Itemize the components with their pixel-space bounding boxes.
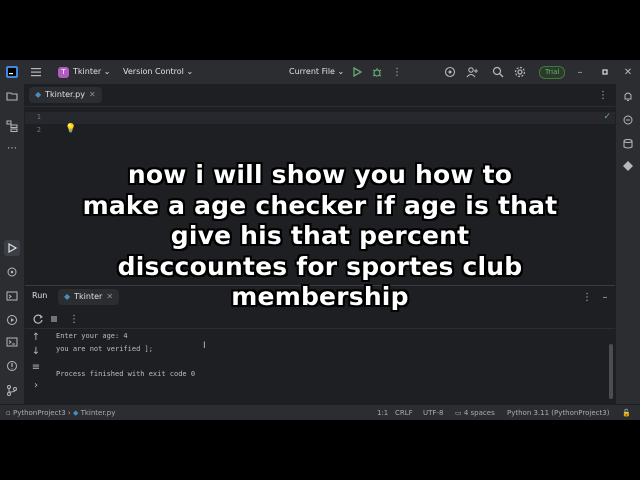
indent-icon: ▭ [455,409,462,417]
close-icon[interactable]: ✕ [620,64,636,80]
app-logo-icon[interactable] [4,64,20,80]
minimize-icon[interactable]: – [572,64,588,80]
ai-assistant-icon[interactable] [442,64,458,80]
version-control-label: Version Control [123,67,184,76]
breadcrumb[interactable]: ▫ PythonProject3 › ◆ Tkinter.py [6,405,115,420]
console-line: you are not verified ]; [56,344,153,353]
caption-overlay: now i will show you how to make a age ch… [0,160,640,313]
caption-line: disccountes for sportes club [117,251,523,281]
line-ending[interactable]: CRLF [395,405,413,420]
soft-wrap-icon[interactable]: ≡ [28,359,44,375]
lock-icon[interactable]: 🔓 [622,405,631,420]
indent-setting[interactable]: ▭ 4 spaces [455,405,495,420]
console-output[interactable]: Enter your age: 4 you are not verified ];… [56,330,195,380]
current-line-highlight [25,112,615,124]
debug-icon[interactable] [369,64,385,80]
caption-line: membership [231,282,409,311]
run-side-tools: ↑ ↓ ≡ › [25,329,47,404]
rerun-icon[interactable] [30,311,46,327]
run-config-selector[interactable]: Current File ⌄ [289,60,344,84]
notifications-icon[interactable] [620,88,636,104]
add-user-icon[interactable] [464,64,480,80]
line-number: 1 [36,113,41,121]
more-tabs-icon[interactable]: ⋮ [595,87,611,103]
console-scrollbar[interactable] [609,344,613,399]
file-encoding[interactable]: UTF-8 [423,405,443,420]
run-toolbar: ⋮ [25,310,615,329]
caption-line: now i will show you how to [127,160,513,189]
check-icon[interactable]: ✓ [603,112,611,122]
chevron-right-icon: › [67,409,71,417]
terminal-icon[interactable] [4,334,20,350]
tab-label: Tkinter.py [45,90,85,99]
folder-icon[interactable] [4,88,20,104]
database-icon[interactable] [620,136,636,152]
chevron-down-icon: ⌄ [186,67,194,76]
problems-icon[interactable] [4,358,20,374]
editor-tab-bar: ◆ Tkinter.py ✕ ⋮ [25,84,615,107]
project-name: Tkinter [73,67,102,76]
project-badge: T [58,67,69,78]
structure-icon[interactable] [4,118,20,134]
run-icon[interactable] [349,64,365,80]
console-line: Enter your age: 4 [56,332,128,340]
chevron-down-icon: ⌄ [337,67,345,76]
more-options-icon[interactable]: ⋮ [389,64,405,80]
folder-icon: ▫ [6,409,11,417]
indent-label: 4 spaces [463,409,495,417]
lightbulb-icon[interactable]: 💡 [65,124,76,134]
chevron-right-icon[interactable]: › [28,377,44,393]
more-tools-icon[interactable]: ⋯ [4,140,20,156]
version-control-menu[interactable]: Version Control ⌄ [123,60,193,84]
line-number: 2 [36,126,41,134]
stop-icon[interactable] [46,311,62,327]
title-bar: T Tkinter ⌄ Version Control ⌄ Current Fil… [0,60,640,85]
ai-chat-icon[interactable] [620,112,636,128]
python-interpreter[interactable]: Python 3.11 (PythonProject3) [507,405,609,420]
tab-tkinter-py[interactable]: ◆ Tkinter.py ✕ [29,87,102,103]
close-tab-icon[interactable]: ✕ [89,87,96,103]
breadcrumb-project[interactable]: PythonProject3 [13,409,66,417]
python-file-icon: ◆ [72,409,79,417]
caret-position[interactable]: 1:1 [377,405,388,420]
maximize-icon[interactable] [597,64,613,80]
more-options-icon[interactable]: ⋮ [66,311,82,327]
caption-line: give his that percent [170,221,470,250]
python-file-icon: ◆ [35,90,42,99]
trial-badge[interactable]: Trial [539,66,566,79]
git-icon[interactable] [4,382,20,398]
settings-gear-icon[interactable] [512,64,528,80]
status-bar: ▫ PythonProject3 › ◆ Tkinter.py 1:1 CRLF… [0,404,640,420]
caption-line: make a age checker if age is that [82,190,558,220]
project-selector[interactable]: T Tkinter ⌄ [58,60,110,84]
services-icon[interactable] [4,312,20,328]
arrow-down-icon[interactable]: ↓ [28,343,44,359]
search-icon[interactable] [490,64,506,80]
main-menu-icon[interactable] [28,64,44,80]
chevron-down-icon: ⌄ [103,67,111,76]
run-config-label: Current File [289,67,335,76]
console-line: Process finished with exit code 0 [56,369,196,378]
text-cursor-icon: I [203,341,206,351]
breadcrumb-file[interactable]: Tkinter.py [81,409,116,417]
